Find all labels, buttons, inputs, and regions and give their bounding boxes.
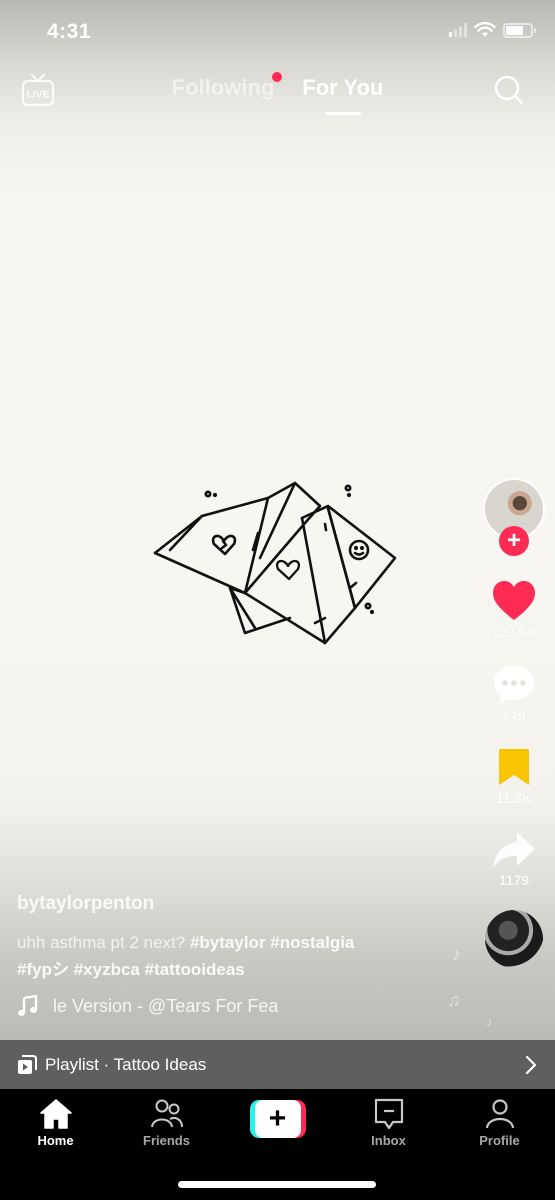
profile-icon: [485, 1099, 514, 1129]
chevron-right-icon: [525, 1055, 537, 1074]
inbox-icon: [374, 1098, 403, 1130]
like-button[interactable]: 122.9K: [491, 580, 537, 640]
status-time: 4:31: [47, 20, 92, 43]
nav-profile-label: Profile: [479, 1133, 520, 1148]
creator-username[interactable]: bytaylorpenton: [17, 893, 437, 915]
comment-button[interactable]: 779: [492, 664, 536, 724]
hashtag[interactable]: #bytaylor: [190, 933, 266, 952]
music-link[interactable]: le Version - @Tears For Fea: [17, 995, 437, 1017]
create-button[interactable]: +: [249, 1100, 306, 1138]
create-icon: +: [254, 1100, 301, 1138]
bookmark-button[interactable]: 11.3K: [495, 748, 533, 806]
hashtag[interactable]: #xyzbca: [74, 960, 140, 979]
heart-icon: [493, 581, 535, 620]
share-count: 1179: [498, 872, 530, 888]
floating-note-icon: ♪: [452, 944, 461, 964]
signal-icon: [449, 23, 467, 37]
nav-profile[interactable]: Profile: [450, 1097, 550, 1148]
tab-following-label: Following: [171, 75, 275, 100]
video-caption: bytaylorpenton uhh asthma pt 2 next? #by…: [17, 893, 437, 1017]
action-rail: + 122.9K 779 11.3K 1179: [482, 478, 546, 968]
bookmark-count: 11.3K: [495, 790, 533, 806]
hashtag[interactable]: #tattooideas: [145, 960, 245, 979]
feed-tabs: Following For You: [0, 72, 555, 115]
music-note-icon: [18, 995, 38, 1016]
tab-following[interactable]: Following: [171, 72, 283, 115]
follow-button[interactable]: +: [499, 526, 529, 556]
playlist-label: Playlist · Tattoo Ideas: [45, 1054, 207, 1074]
nav-inbox-label: Inbox: [371, 1133, 406, 1148]
playlist-icon: [18, 1054, 37, 1074]
music-disc[interactable]: [485, 910, 543, 968]
music-title: le Version - @Tears For Fea: [53, 995, 279, 1016]
fortune-teller-drawing: [153, 481, 397, 645]
home-icon: [39, 1099, 72, 1129]
floating-note-icon: ♪: [486, 1014, 493, 1029]
comment-count: 779: [502, 708, 526, 724]
home-indicator[interactable]: [178, 1181, 376, 1188]
share-icon: [493, 832, 535, 868]
hashtag[interactable]: #nostalgia: [270, 933, 354, 952]
nav-inbox[interactable]: Inbox: [339, 1097, 439, 1148]
creator-avatar[interactable]: +: [483, 478, 545, 556]
status-icons: [449, 22, 536, 38]
video-player[interactable]: 4:31 LIVE Following For You + 122.9K 779…: [0, 0, 555, 1040]
playlist-bar[interactable]: Playlist · Tattoo Ideas: [0, 1040, 555, 1089]
like-count: 122.9K: [491, 624, 537, 640]
hashtag[interactable]: #fypシ: [17, 960, 69, 979]
nav-friends[interactable]: Friends: [117, 1097, 217, 1148]
bookmark-icon: [499, 749, 529, 785]
caption-body: uhh asthma pt 2 next?: [17, 933, 186, 952]
comment-icon: [494, 666, 534, 704]
battery-icon: [503, 22, 536, 38]
floating-note-icon: ♫: [447, 990, 461, 1010]
bottom-nav: Home Friends + Inbox Profile: [0, 1089, 555, 1200]
nav-home[interactable]: Home: [6, 1097, 106, 1148]
nav-friends-label: Friends: [143, 1133, 190, 1148]
notification-dot: [272, 72, 283, 82]
caption-text: uhh asthma pt 2 next? #bytaylor #nostalg…: [17, 929, 437, 983]
search-icon[interactable]: [493, 74, 525, 106]
wifi-icon: [474, 22, 496, 37]
nav-create[interactable]: +: [228, 1097, 328, 1148]
friends-icon: [150, 1099, 183, 1128]
share-button[interactable]: 1179: [491, 830, 537, 888]
tab-for-you[interactable]: For You: [302, 75, 383, 115]
tab-for-you-label: For You: [302, 75, 384, 100]
nav-home-label: Home: [37, 1133, 74, 1148]
